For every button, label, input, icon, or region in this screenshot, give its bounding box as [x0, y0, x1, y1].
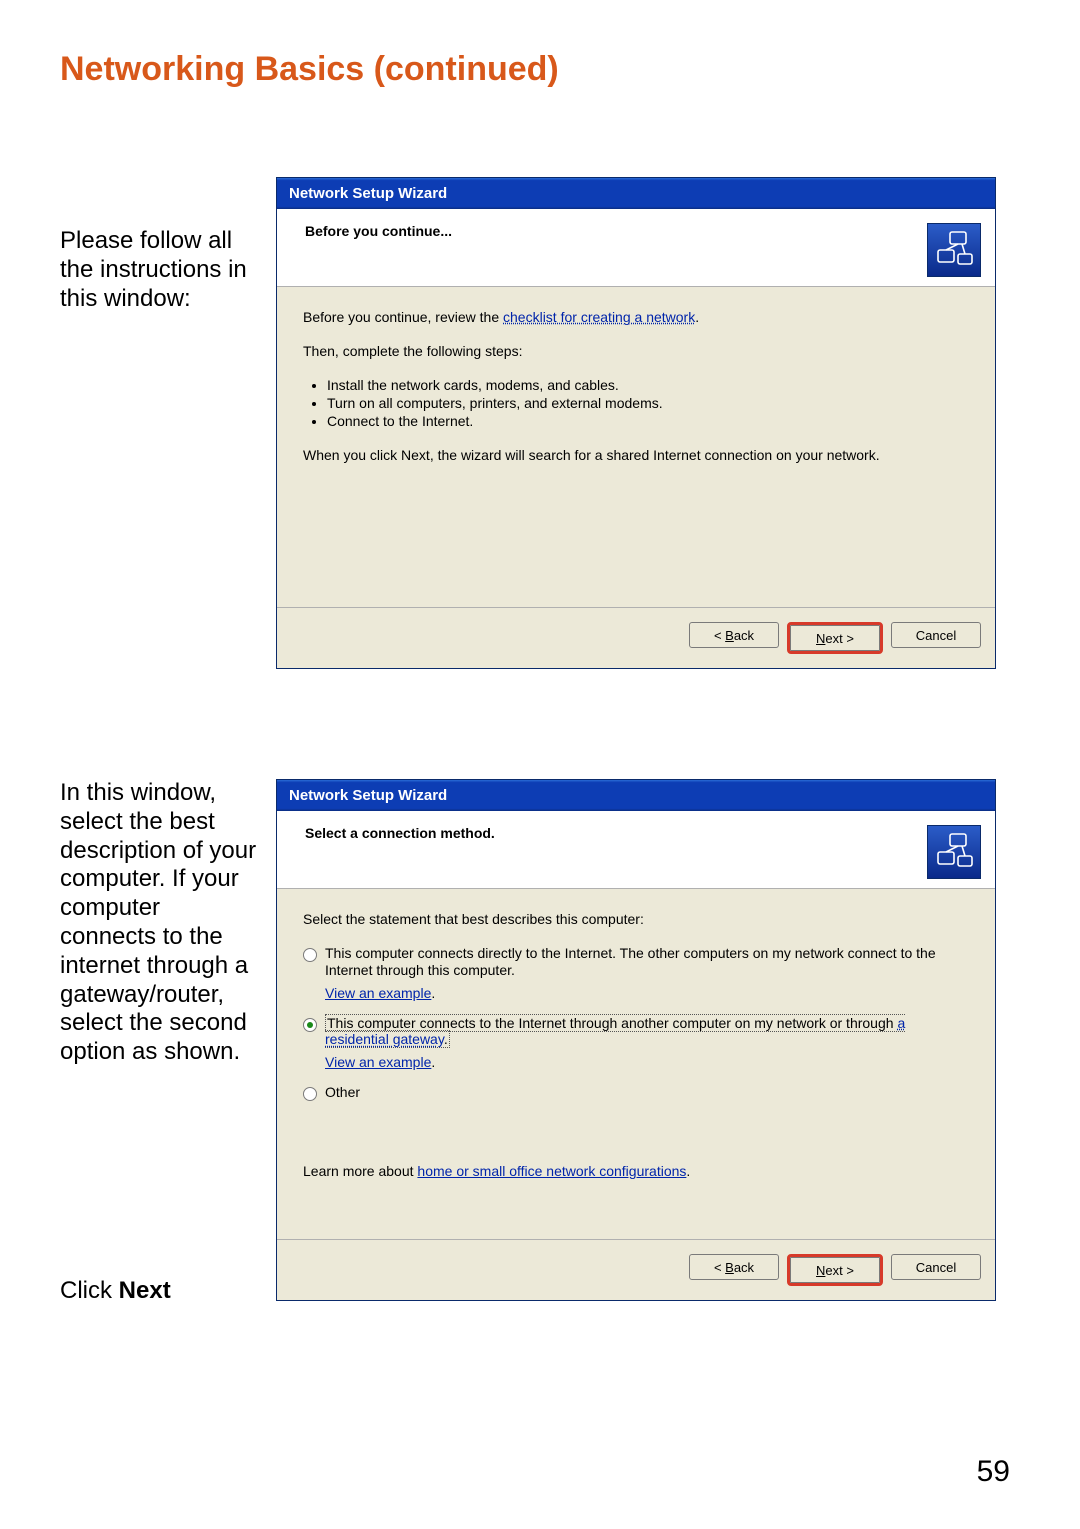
network-devices-icon [927, 223, 981, 277]
dialog-1-header: Before you continue... [277, 209, 995, 287]
next-button-highlight: Next > [787, 622, 883, 654]
dialog-1-header-text: Before you continue... [305, 223, 452, 239]
next-button-highlight: Next > [787, 1254, 883, 1286]
bullet-item: Install the network cards, modems, and c… [327, 377, 969, 393]
radio-option-3[interactable]: Other [303, 1084, 969, 1103]
radio-3-label: Other [325, 1084, 360, 1101]
radio-group: This computer connects directly to the I… [303, 945, 969, 1103]
dialog-2: Network Setup Wizard Select a connection… [276, 779, 996, 1301]
dialog-2-header-text: Select a connection method. [305, 825, 495, 841]
radio-option-1[interactable]: This computer connects directly to the I… [303, 945, 969, 981]
back-button[interactable]: < Back [689, 1254, 779, 1280]
radio-1-label: This computer connects directly to the I… [325, 945, 969, 979]
radio-option-2[interactable]: This computer connects to the Internet t… [303, 1015, 969, 1051]
page-number: 59 [977, 1455, 1010, 1489]
next-button[interactable]: Next > [790, 1257, 880, 1283]
radio-1[interactable] [303, 948, 317, 962]
click-next-label: Click Next [60, 1277, 258, 1306]
radio-2[interactable] [303, 1018, 317, 1032]
dialog-2-footer: < Back Next > Cancel [277, 1239, 995, 1300]
dialog-2-select: Select the statement that best describes… [303, 911, 969, 927]
section-2-sidetext: In this window, select the best descript… [60, 779, 258, 1067]
page-title: Networking Basics (continued) [60, 50, 1020, 89]
checklist-link[interactable]: checklist for creating a network [503, 309, 695, 325]
section-2-sidecol: In this window, select the best descript… [60, 779, 258, 1306]
dialog-1-body: Before you continue, review the checklis… [277, 287, 995, 607]
view-example-link-2[interactable]: View an example [325, 1054, 431, 1070]
learn-more-link[interactable]: home or small office network configurati… [417, 1163, 686, 1179]
dialog-2-titlebar: Network Setup Wizard [277, 780, 995, 811]
dialog-1-footer: < Back Next > Cancel [277, 607, 995, 668]
dialog-1: Network Setup Wizard Before you continue… [276, 177, 996, 669]
section-1-sidetext: Please follow all the instructions in th… [60, 177, 258, 313]
network-devices-icon [927, 825, 981, 879]
dialog-1-then: Then, complete the following steps: [303, 343, 969, 359]
radio-3[interactable] [303, 1087, 317, 1101]
section-1: Please follow all the instructions in th… [60, 177, 1020, 669]
back-button[interactable]: < Back [689, 622, 779, 648]
residential-gateway-link[interactable]: a residential gateway [325, 1015, 905, 1048]
radio-2-label: This computer connects to the Internet t… [325, 1015, 969, 1049]
dialog-1-bullets: Install the network cards, modems, and c… [327, 377, 969, 429]
cancel-button[interactable]: Cancel [891, 1254, 981, 1280]
dialog-2-header: Select a connection method. [277, 811, 995, 889]
section-2: In this window, select the best descript… [60, 779, 1020, 1306]
dialog-2-body: Select the statement that best describes… [277, 889, 995, 1239]
learn-more-row: Learn more about home or small office ne… [303, 1163, 969, 1179]
view-example-link-1[interactable]: View an example [325, 985, 431, 1001]
next-button[interactable]: Next > [790, 625, 880, 651]
bullet-item: Connect to the Internet. [327, 413, 969, 429]
dialog-1-intro: Before you continue, review the checklis… [303, 309, 969, 325]
dialog-1-titlebar: Network Setup Wizard [277, 178, 995, 209]
bullet-item: Turn on all computers, printers, and ext… [327, 395, 969, 411]
cancel-button[interactable]: Cancel [891, 622, 981, 648]
dialog-1-after: When you click Next, the wizard will sea… [303, 447, 969, 463]
